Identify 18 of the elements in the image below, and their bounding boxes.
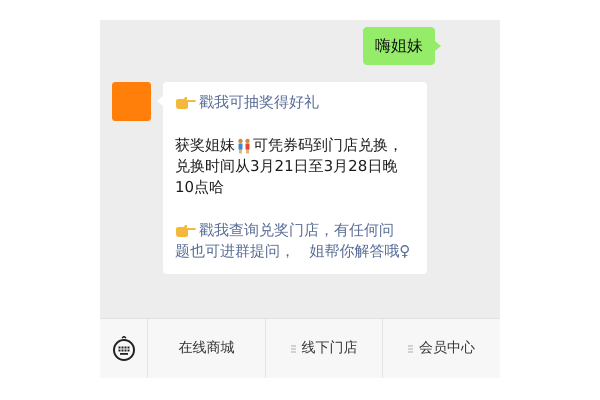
menu-item[interactable]: 在线商城 (178, 338, 234, 359)
submenu-icon (290, 344, 296, 352)
message-text: 获奖姐妹 (175, 135, 235, 156)
pointing-hand-icon (175, 96, 197, 110)
keyboard-icon[interactable] (112, 336, 136, 362)
message-text: 可凭券码到门店兑换， (253, 135, 403, 156)
message-link[interactable]: 戳我可抽奖得好礼 (199, 92, 319, 113)
message-text: 兑换时间从3月21日至3月28日晚10点哈 (175, 156, 398, 198)
message-link[interactable]: 题也可进群提问， 姐帮你解答哦♀ (175, 241, 413, 262)
submenu-icon (408, 344, 414, 352)
menu-item[interactable]: 会员中心 (408, 338, 476, 359)
pointing-hand-icon (175, 224, 197, 238)
message-link[interactable]: 戳我查询兑奖门店，有任何问 (199, 220, 394, 241)
outgoing-message-bubble: 嗨姐妹 (363, 27, 435, 65)
menu-item[interactable]: 线下门店 (290, 338, 358, 359)
avatar (112, 82, 151, 121)
two-figures-icon (237, 138, 251, 154)
bubble-tail-icon (435, 41, 441, 51)
